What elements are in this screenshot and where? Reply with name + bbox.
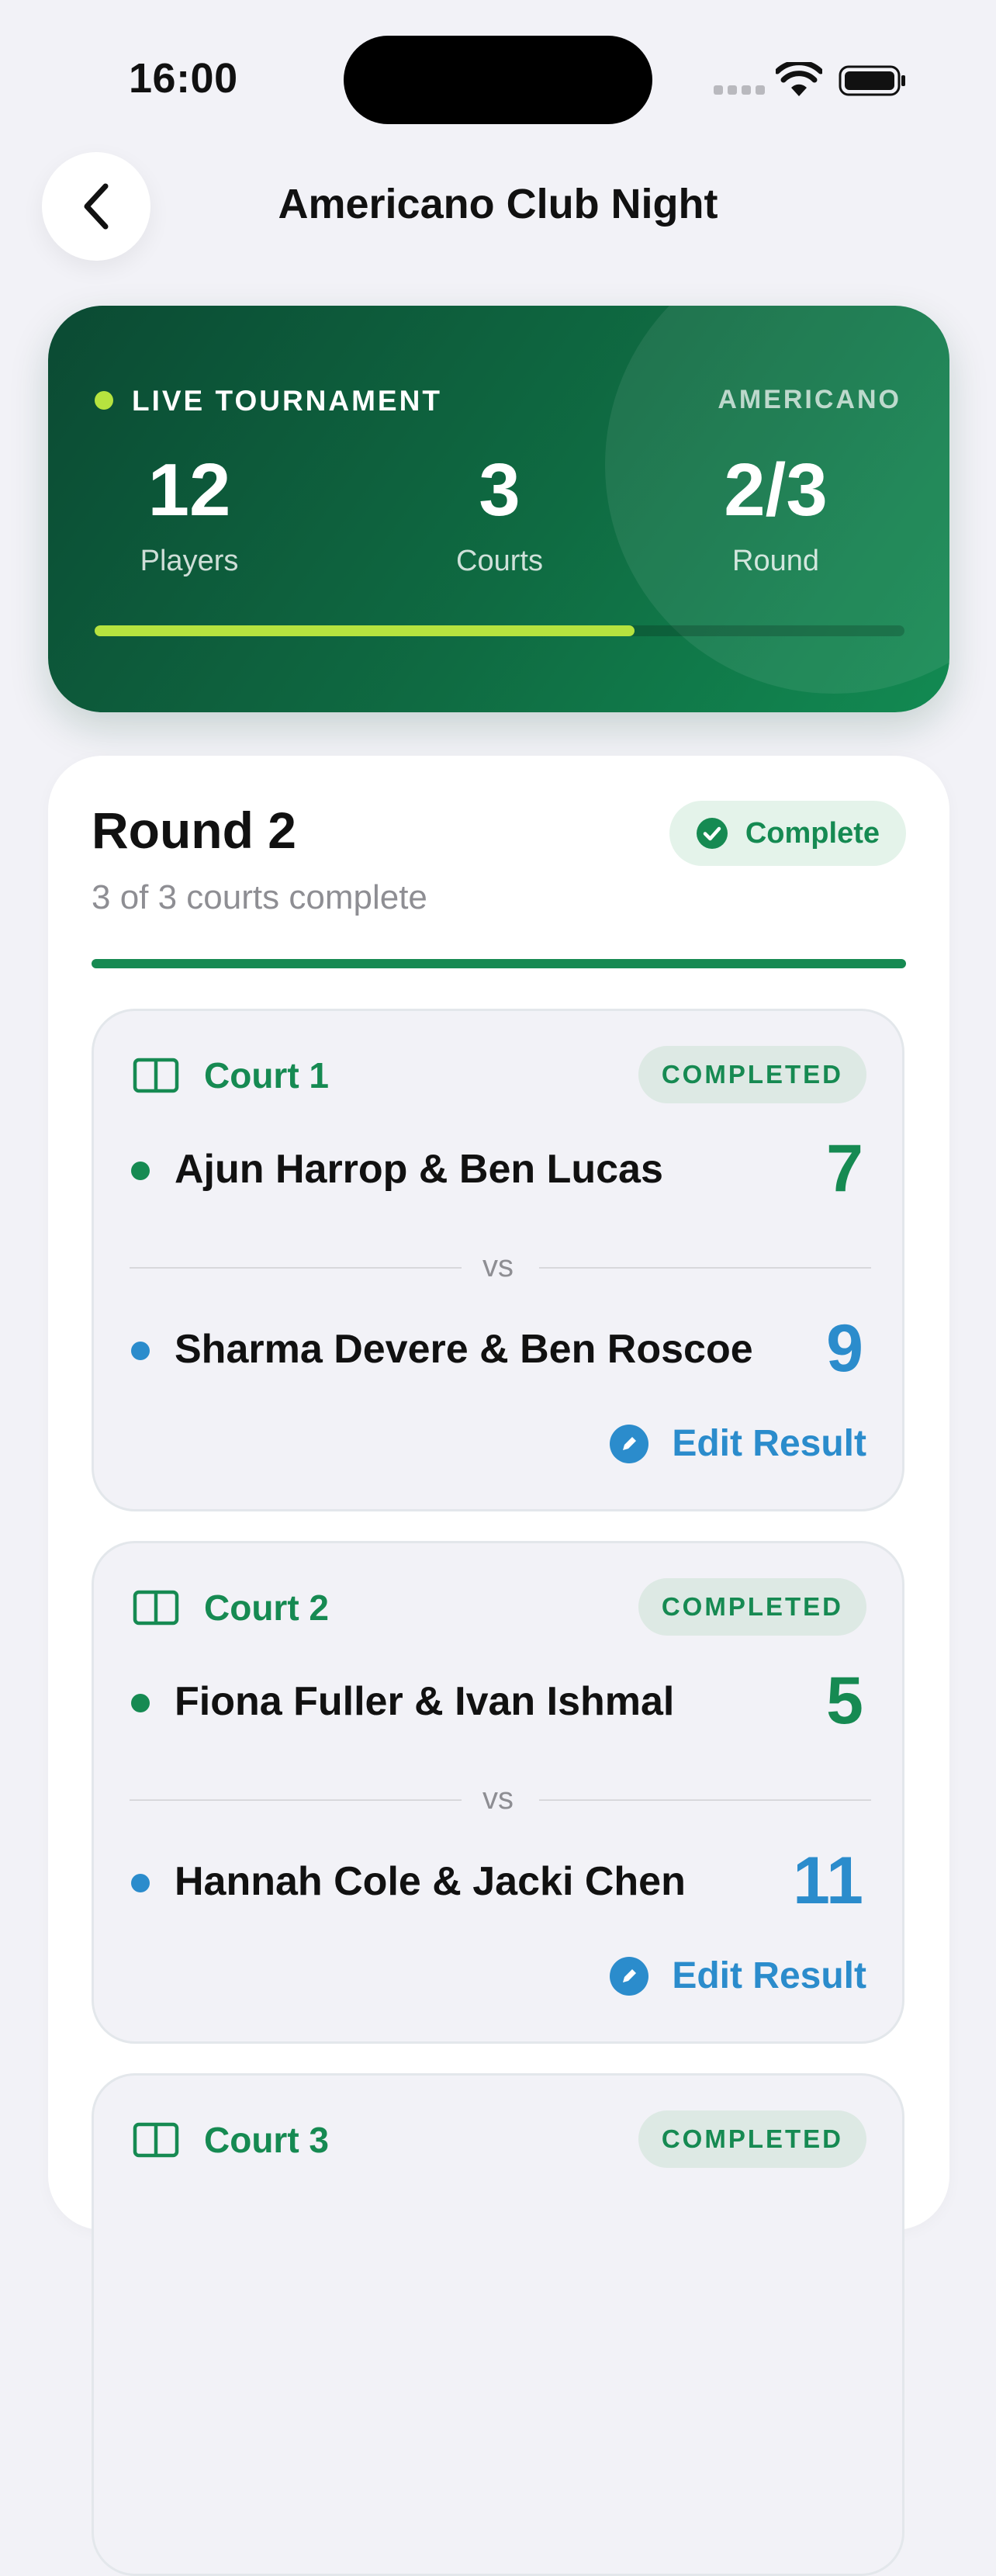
round-card: Round 2 3 of 3 courts complete Complete … — [48, 756, 949, 2576]
court-name: Court 3 — [204, 2120, 329, 2160]
court-icon — [133, 2122, 179, 2158]
battery-icon — [839, 65, 905, 96]
status-bar: 16:00 — [0, 0, 996, 155]
team-2-players: Sharma Devere & Ben Roscoe — [175, 1327, 753, 1372]
edit-result-button[interactable]: Edit Result — [610, 1955, 866, 1997]
divider — [539, 1799, 871, 1801]
team-dot — [131, 1874, 150, 1892]
court-name: Court 2 — [204, 1587, 329, 1628]
round-progress-fill — [92, 959, 906, 968]
cellular-signal-icon — [714, 85, 765, 95]
divider — [539, 1267, 871, 1269]
round-subtitle: 3 of 3 courts complete — [92, 878, 427, 916]
round-progress-bar — [92, 959, 906, 968]
court-status-badge: COMPLETED — [638, 2110, 866, 2168]
stat-label: Round — [732, 545, 819, 577]
stat-round: 2/3 Round — [659, 453, 892, 578]
team-1-score: 7 — [826, 1131, 863, 1206]
tournament-progress-bar — [95, 625, 904, 636]
court-status-badge: COMPLETED — [638, 1578, 866, 1636]
stat-label: Courts — [456, 545, 543, 577]
stat-courts: 3 Courts — [383, 453, 616, 578]
court-icon — [133, 1590, 179, 1626]
pencil-icon — [610, 1956, 649, 1996]
court-icon — [133, 1058, 179, 1093]
team-1-players: Ajun Harrop & Ben Lucas — [175, 1147, 663, 1192]
dynamic-island — [344, 36, 652, 124]
stat-value: 2/3 — [724, 448, 828, 531]
court-card: Court 2 COMPLETED Fiona Fuller & Ivan Is… — [92, 1541, 904, 2044]
live-tournament-label: LIVE TOURNAMENT — [132, 385, 442, 417]
edit-result-label: Edit Result — [672, 1955, 866, 1996]
wifi-icon — [776, 62, 822, 96]
team-2-score: 11 — [793, 1844, 863, 1918]
court-name: Court 1 — [204, 1055, 329, 1096]
page-title: Americano Club Night — [278, 181, 718, 227]
court-card: Court 3 COMPLETED — [92, 2073, 904, 2576]
tournament-format-label: AMERICANO — [718, 385, 901, 414]
round-title: Round 2 — [92, 802, 296, 859]
team-dot — [131, 1694, 150, 1712]
court-card: Court 1 COMPLETED Ajun Harrop & Ben Luca… — [92, 1009, 904, 1511]
team-dot — [131, 1162, 150, 1180]
round-status-badge: Complete — [669, 801, 906, 866]
status-time: 16:00 — [129, 55, 238, 102]
court-status-badge: COMPLETED — [638, 1046, 866, 1103]
tournament-progress-fill — [95, 625, 635, 636]
team-dot — [131, 1342, 150, 1360]
round-status-text: Complete — [745, 816, 880, 850]
live-indicator-dot — [95, 391, 113, 410]
stat-label: Players — [140, 545, 239, 577]
pencil-icon — [610, 1424, 649, 1463]
team-1-players: Fiona Fuller & Ivan Ishmal — [175, 1679, 675, 1724]
team-2-score: 9 — [826, 1311, 863, 1386]
stat-value: 12 — [147, 448, 231, 531]
edit-result-button[interactable]: Edit Result — [610, 1422, 866, 1465]
stat-value: 3 — [479, 448, 520, 531]
check-circle-icon — [696, 818, 728, 849]
team-1-score: 5 — [826, 1664, 863, 1738]
edit-result-label: Edit Result — [672, 1423, 866, 1464]
tournament-summary-card: LIVE TOURNAMENT AMERICANO 12 Players 3 C… — [48, 306, 949, 712]
stat-players: 12 Players — [73, 453, 306, 578]
team-2-players: Hannah Cole & Jacki Chen — [175, 1859, 686, 1904]
